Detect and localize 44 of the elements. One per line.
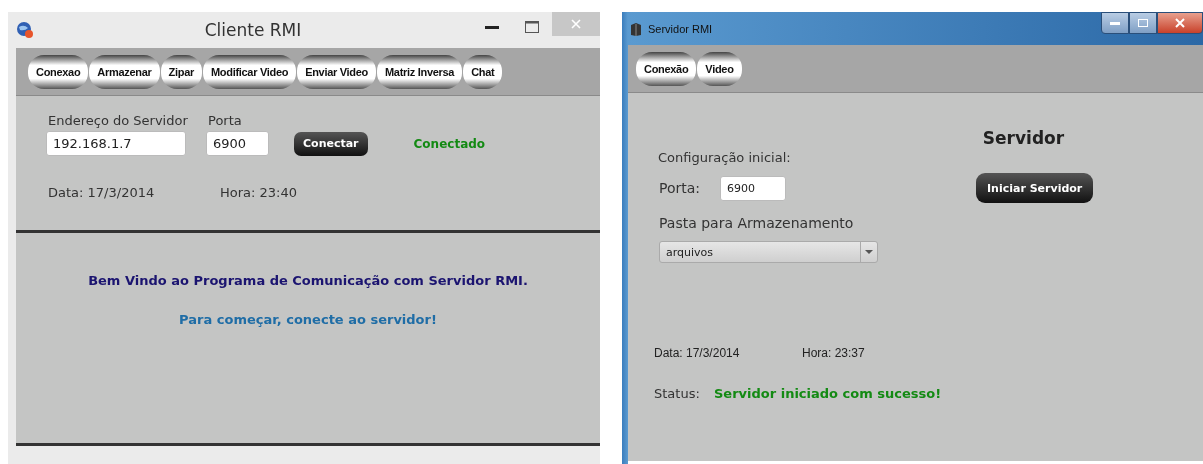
folder-dropdown[interactable]: arquivos	[659, 241, 878, 263]
time-label: Hora: 23:37	[802, 346, 865, 360]
close-button[interactable]	[1157, 12, 1203, 34]
tab[interactable]: Conexão	[636, 51, 697, 86]
port-label: Porta:	[659, 180, 702, 196]
maximize-icon[interactable]	[525, 21, 539, 33]
config-label: Configuração inicial:	[658, 150, 792, 165]
maximize-button[interactable]	[1129, 12, 1157, 34]
globe-icon	[16, 21, 34, 39]
connect-button[interactable]: Conectar	[294, 131, 368, 156]
tab[interactable]: Matriz Inversa	[377, 54, 463, 89]
welcome-message: Bem Vindo ao Programa de Comunicação com Servidor RMI.	[88, 273, 528, 288]
field-label: Endereço do Servidor	[48, 113, 189, 128]
start-server-button[interactable]: Iniciar Servidor	[976, 173, 1094, 203]
folder-label: Pasta para Armazenamento	[659, 215, 855, 231]
date-label: Data: 17/3/2014	[48, 185, 156, 200]
window-title: Servidor RMI	[648, 22, 713, 35]
date-label: Data: 17/3/2014	[654, 346, 741, 360]
tab[interactable]: Chat	[463, 54, 503, 89]
address-field[interactable]: 192.168.1.7	[46, 131, 186, 156]
status-label: Status:	[654, 386, 701, 401]
server-icon	[630, 21, 642, 36]
maximize-icon	[1138, 19, 1148, 27]
close-icon	[1175, 18, 1185, 28]
tab[interactable]: Armazenar	[89, 54, 160, 89]
tab[interactable]: Conexao	[28, 54, 89, 89]
tab[interactable]: Enviar Video	[297, 54, 376, 89]
minimize-button[interactable]	[1101, 12, 1129, 34]
caret-icon	[865, 250, 873, 254]
tab[interactable]: Modificar Video	[202, 54, 297, 89]
hint-message: Para começar, conecte ao servidor!	[179, 312, 437, 327]
port-field[interactable]: 6900	[206, 131, 269, 156]
tab[interactable]: Zipar	[160, 54, 202, 89]
time-label: Hora: 23:40	[220, 185, 298, 200]
close-icon	[571, 19, 581, 29]
section-heading: Servidor	[981, 127, 1066, 148]
port-field[interactable]: 6900	[720, 175, 786, 201]
minimize-icon	[1110, 21, 1120, 25]
tab[interactable]: Video	[697, 51, 742, 86]
field-label: Porta	[208, 113, 242, 128]
window-title: Cliente RMI	[203, 20, 303, 40]
connection-status: Conectado	[413, 136, 486, 151]
status-message: Servidor iniciado com sucesso!	[714, 386, 942, 401]
minimize-icon[interactable]	[485, 25, 499, 29]
